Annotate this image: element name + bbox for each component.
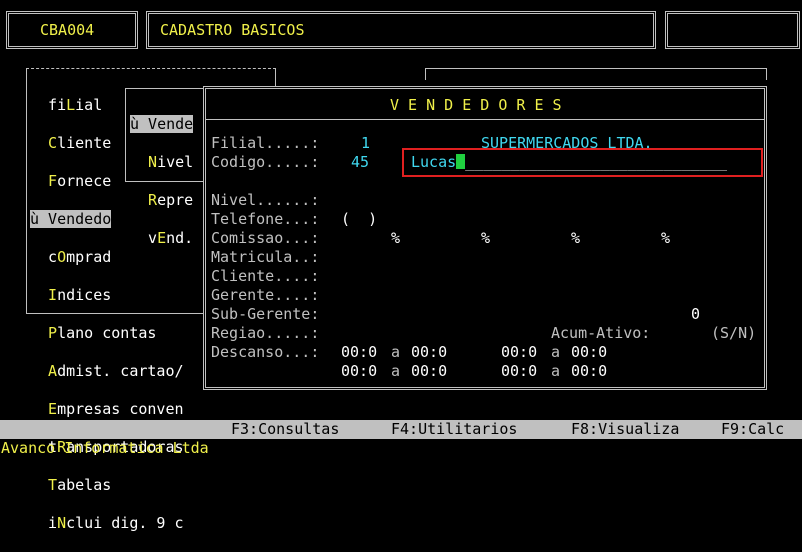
menu-item-tabelas[interactable]: Tabelas [30,476,184,495]
nome-value: Lucas [411,153,457,171]
status-bar: F3:Consultas F4:Utilitarios F8:Visualiza… [0,420,802,439]
descanso-a-1: a [391,343,401,361]
subgerente-value[interactable]: 0 [691,305,700,324]
cliente-label: Cliente....: [211,267,320,285]
descanso-start-3[interactable]: 00:0 [341,362,377,381]
acum-ativo-options[interactable]: (S/N) [711,324,756,343]
acum-ativo-label: Acum-Ativo: [551,324,651,342]
f4-utilitarios[interactable]: F4:Utilitarios [391,420,517,439]
descanso-end-1[interactable]: 00:0 [411,343,447,362]
nivel-label: Nivel......: [211,191,320,209]
menu-item-admist-cartao[interactable]: Admist. cartao/ [30,362,183,381]
menu-item-empresas-conven[interactable]: Empresas conven [30,400,183,419]
comissao-pct-3[interactable]: % [571,229,580,248]
descanso-start-2[interactable]: 00:0 [501,343,537,362]
menu-item-indices[interactable]: Indices [30,286,184,305]
form-title-divider [206,119,764,120]
f9-calc[interactable]: F9:Calc [721,420,784,439]
submenu-item-vendedor[interactable]: ù Vende [130,115,194,134]
telefone-value[interactable]: ( ) [341,210,377,229]
descanso-end-3[interactable]: 00:0 [411,362,447,381]
form-title: V E N D E D O R E S [390,96,562,114]
filial-value[interactable]: 1 [361,134,370,153]
nome-input[interactable]: Lucas _____________________________ [411,153,727,172]
descanso-end-2[interactable]: 00:0 [571,343,607,362]
page-title: CADASTRO BASICOS [160,21,305,39]
submenu-item-vend[interactable]: vEnd. [130,229,193,248]
gerente-label: Gerente....: [211,286,320,304]
subgerente-label: Sub-Gerente: [211,305,320,323]
text-cursor [456,154,466,169]
descanso-end-4[interactable]: 00:0 [571,362,607,381]
f3-consultas[interactable]: F3:Consultas [231,420,339,439]
descanso-start-1[interactable]: 00:0 [341,343,377,362]
submenu-item-representante[interactable]: Repre [130,191,193,210]
right-frame [425,68,767,80]
descanso-a-3: a [391,362,401,380]
nome-fill: _____________________________ [465,153,728,171]
descanso-a-4: a [551,362,561,380]
menu-item-plano-contas[interactable]: Plano contas [30,324,184,343]
program-code: CBA004 [40,21,95,39]
descanso-a-2: a [551,343,561,361]
menu-item-inclui-dig[interactable]: iNclui dig. 9 c [30,514,183,533]
f8-visualiza[interactable]: F8:Visualiza [571,420,679,439]
matricula-label: Matricula..: [211,248,320,266]
telefone-label: Telefone...: [211,210,320,228]
regiao-label: Regiao.....: [211,324,320,342]
submenu-item-nivel[interactable]: Nivel [130,153,193,172]
right-header-box [665,11,800,49]
codigo-value[interactable]: 45 [351,153,369,172]
sub-menu: ù Vende Nivel Repre vEnd. [130,96,194,267]
comissao-pct-1[interactable]: % [391,229,400,248]
comissao-pct-2[interactable]: % [481,229,490,248]
company-footer: Avanco Informatica Ltda [1,439,209,457]
descanso-start-4[interactable]: 00:0 [501,362,537,381]
comissao-pct-4[interactable]: % [661,229,670,248]
descanso-label: Descanso...: [211,343,320,361]
filial-label: Filial.....: [211,134,320,152]
comissao-label: Comissao...: [211,229,320,247]
codigo-label: Codigo.....: [211,153,320,171]
